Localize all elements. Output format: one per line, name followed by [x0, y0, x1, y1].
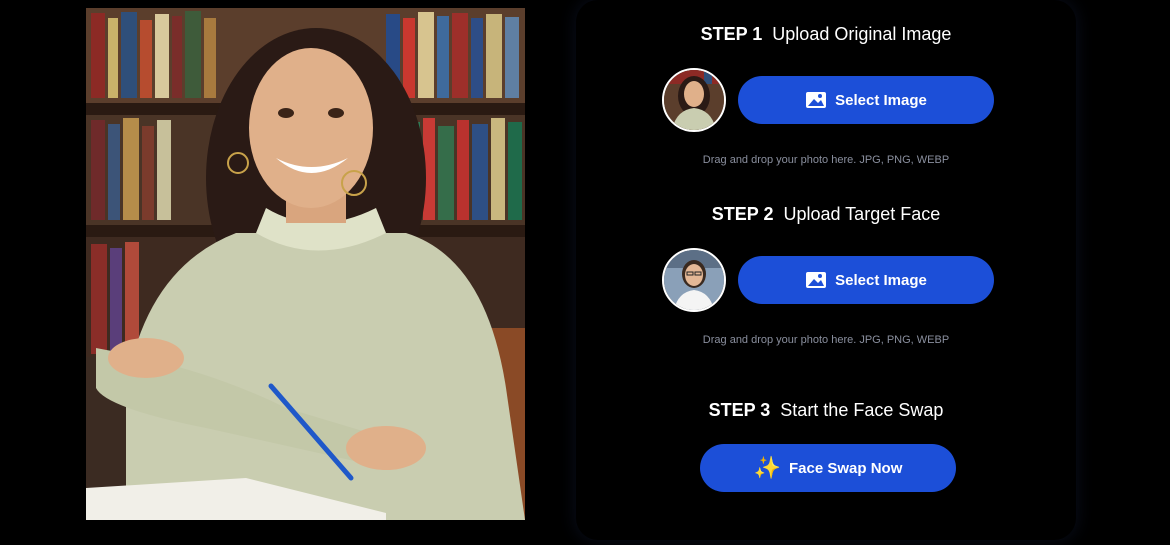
step-1-number: STEP 1	[700, 24, 763, 44]
face-swap-now-label: Face Swap Now	[789, 459, 903, 477]
step-2-heading: STEP 2 Upload Target Face	[576, 204, 1076, 225]
step-2-hint: Drag and drop your photo here. JPG, PNG,…	[702, 334, 950, 346]
step-3-number: STEP 3	[708, 400, 771, 420]
step-2-number: STEP 2	[711, 204, 774, 224]
step-1-title: Upload Original Image	[772, 24, 952, 44]
step-1-row: Select Image	[576, 68, 1076, 132]
sparkles-icon: ✨	[753, 455, 782, 480]
face-swap-panel: STEP 1 Upload Original Image Select Image…	[576, 0, 1076, 540]
original-image-preview	[86, 8, 525, 520]
image-icon	[806, 272, 827, 288]
step-2-title: Upload Target Face	[783, 204, 941, 224]
step-1-heading: STEP 1 Upload Original Image	[576, 24, 1076, 45]
select-original-image-label: Select Image	[835, 91, 927, 109]
step-3-title: Start the Face Swap	[780, 400, 944, 420]
select-target-face-label: Select Image	[835, 271, 927, 289]
face-swap-now-button[interactable]: ✨ Face Swap Now	[700, 444, 956, 492]
step-1-hint: Drag and drop your photo here. JPG, PNG,…	[702, 154, 950, 166]
step-3-heading: STEP 3 Start the Face Swap	[576, 400, 1076, 421]
original-image-thumbnail	[662, 68, 726, 132]
step-2-row: Select Image	[576, 248, 1076, 312]
image-icon	[806, 92, 827, 108]
select-target-face-button[interactable]: Select Image	[738, 256, 994, 304]
select-original-image-button[interactable]: Select Image	[738, 76, 994, 124]
target-face-thumbnail	[662, 248, 726, 312]
